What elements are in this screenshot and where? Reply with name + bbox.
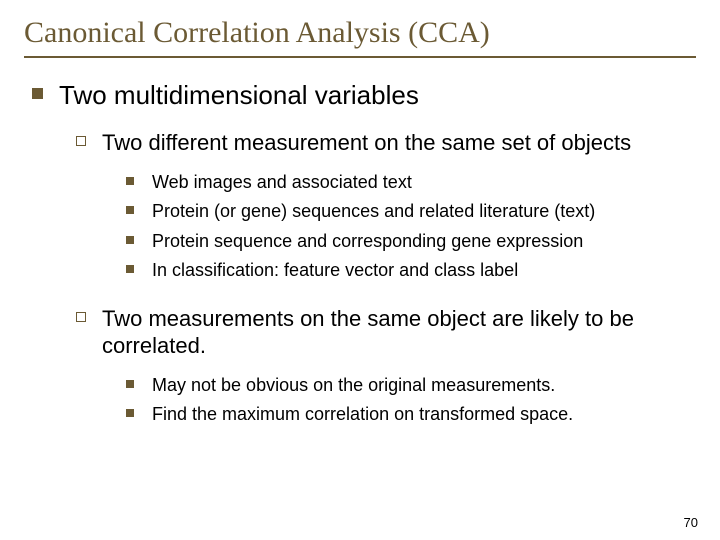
square-bullet-icon [32,88,43,99]
bullet-level3: May not be obvious on the original measu… [126,374,696,397]
slide-title: Canonical Correlation Analysis (CCA) [24,12,696,58]
small-square-bullet-icon [126,236,134,244]
open-square-bullet-icon [76,312,86,322]
bullet-text: Two different measurement on the same se… [102,129,631,157]
bullet-text: Two measurements on the same object are … [102,305,696,360]
small-square-bullet-icon [126,265,134,273]
bullet-level2: Two measurements on the same object are … [76,305,696,360]
bullet-text: Two multidimensional variables [59,80,419,111]
bullet-text: May not be obvious on the original measu… [152,374,555,397]
bullet-level3: In classification: feature vector and cl… [126,259,696,282]
bullet-level3: Protein sequence and corresponding gene … [126,230,696,253]
bullet-text: In classification: feature vector and cl… [152,259,518,282]
open-square-bullet-icon [76,136,86,146]
bullet-level1: Two multidimensional variables [32,80,696,111]
bullet-level3: Web images and associated text [126,171,696,194]
bullet-text: Web images and associated text [152,171,412,194]
small-square-bullet-icon [126,409,134,417]
bullet-level3: Protein (or gene) sequences and related … [126,200,696,223]
page-number: 70 [684,515,698,530]
bullet-level2: Two different measurement on the same se… [76,129,696,157]
small-square-bullet-icon [126,177,134,185]
small-square-bullet-icon [126,206,134,214]
small-square-bullet-icon [126,380,134,388]
bullet-text: Find the maximum correlation on transfor… [152,403,573,426]
bullet-text: Protein sequence and corresponding gene … [152,230,583,253]
bullet-level3: Find the maximum correlation on transfor… [126,403,696,426]
bullet-text: Protein (or gene) sequences and related … [152,200,595,223]
